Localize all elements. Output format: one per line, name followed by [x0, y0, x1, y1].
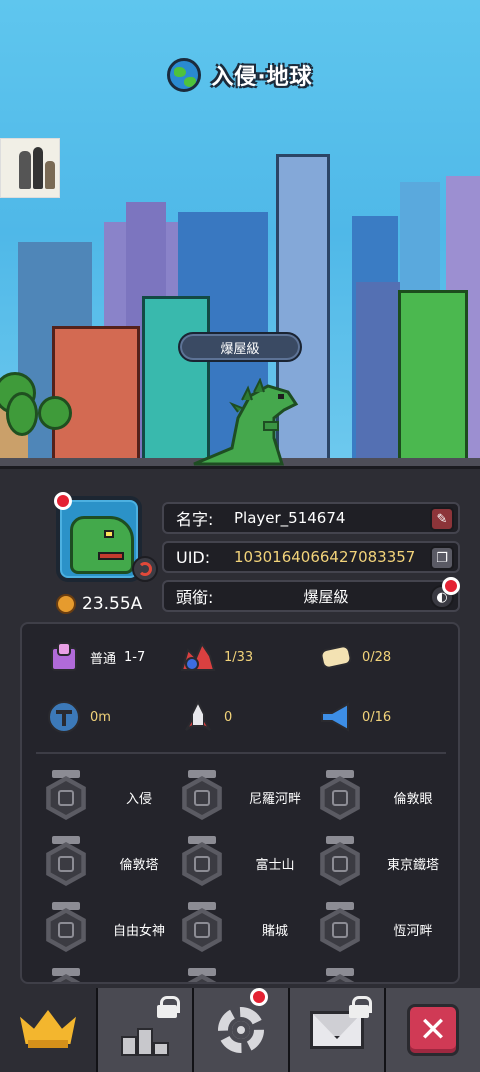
- badge-name: 倫敦塔: [119, 858, 159, 873]
- building: [52, 326, 140, 462]
- rocket-icon: [185, 700, 211, 731]
- globe-icon: [167, 58, 202, 92]
- copy-uid-button[interactable]: ❐: [430, 546, 454, 570]
- tokyo-tower-badge-icon: [320, 842, 360, 886]
- city-scene: 入侵·地球 爆屋級: [0, 0, 480, 466]
- name-label: 名字:: [176, 510, 214, 529]
- name-row: 名字: Player_514674 ✎: [162, 502, 460, 534]
- crown-icon: [20, 1010, 76, 1050]
- badge-item[interactable]: 富士山: [180, 836, 295, 886]
- title-value: 爆屋級: [303, 587, 349, 606]
- badge-item[interactable]: 倫敦眼: [318, 770, 433, 820]
- badge-item[interactable]: 賭城: [180, 902, 288, 952]
- stat-value: 0: [224, 709, 233, 725]
- bottom-nav: ✕: [0, 988, 480, 1072]
- ferris-wheel-badge-icon: [320, 776, 360, 820]
- distance-icon: [48, 701, 80, 733]
- title-notification-dot: [442, 577, 460, 595]
- scroll-icon: [320, 645, 352, 669]
- stat-difficulty: 普通 1-7: [46, 640, 145, 674]
- stat-label: 普通: [90, 651, 117, 667]
- divider: [36, 752, 446, 754]
- power-icon: [56, 594, 76, 614]
- change-avatar-button[interactable]: [132, 556, 158, 582]
- megaphone-icon: [321, 702, 349, 732]
- badge-item[interactable]: 尼羅河畔: [180, 770, 301, 820]
- stat-value: 1-7: [124, 649, 146, 665]
- avatar[interactable]: [56, 496, 142, 582]
- header: 入侵·地球: [0, 58, 480, 92]
- trophy-stand-icon: [51, 642, 77, 671]
- badge-item[interactable]: 恆河畔: [318, 902, 433, 952]
- building: [398, 290, 468, 462]
- badge-name: 倫敦眼: [393, 792, 433, 807]
- badge-item[interactable]: 自由女神: [44, 902, 165, 952]
- rank-chip: 爆屋級: [178, 332, 302, 362]
- photo-thumbnail[interactable]: [0, 138, 60, 198]
- stat-announcements: 0/16: [318, 700, 391, 734]
- refresh-icon: [138, 562, 152, 576]
- lock-icon: [348, 996, 372, 1018]
- uid-label: UID:: [176, 547, 211, 567]
- name-value: Player_514674: [234, 509, 346, 527]
- globe-badge-icon: [46, 776, 86, 820]
- gear-icon: [218, 1007, 264, 1053]
- badge-item[interactable]: 東京鐵塔: [318, 836, 439, 886]
- power-display: 23.55A: [56, 594, 142, 614]
- lock-icon: [156, 996, 180, 1018]
- power-value: 23.55A: [82, 594, 143, 614]
- tree: [6, 392, 38, 436]
- avatar-notification-dot: [54, 492, 72, 510]
- podium-icon: [119, 1022, 171, 1056]
- close-button[interactable]: ✕: [384, 988, 480, 1072]
- tab-profile[interactable]: [0, 988, 96, 1072]
- stat-value: 0m: [90, 709, 111, 725]
- stat-scrolls: 0/28: [318, 640, 391, 674]
- tower-badge-icon: [46, 842, 86, 886]
- uid-row: UID: 1030164066427083357 ❐: [162, 541, 460, 573]
- stat-rockets: 0: [180, 700, 232, 734]
- stat-monsters: 1/33: [180, 640, 253, 674]
- badge-name: 賭城: [261, 924, 288, 939]
- monster-group-icon: [180, 641, 216, 671]
- uid-value: 1030164066427083357: [234, 548, 416, 566]
- stat-value: 0/16: [362, 709, 392, 725]
- tab-leaderboard[interactable]: [96, 988, 192, 1072]
- badge-name: 富士山: [255, 858, 295, 873]
- stat-value: 1/33: [224, 649, 254, 665]
- stat-value: 0/28: [362, 649, 392, 665]
- badge-item[interactable]: [44, 968, 88, 982]
- badge-item[interactable]: [318, 968, 362, 982]
- mountain-badge-icon: [182, 842, 222, 886]
- badge-item[interactable]: 倫敦塔: [44, 836, 159, 886]
- tab-mail[interactable]: [288, 988, 384, 1072]
- badge-name: 恆河畔: [393, 924, 433, 939]
- casino-badge-icon: [182, 908, 222, 952]
- pyramid-badge-icon: [182, 776, 222, 820]
- stats-box: 普通 1-7 1/33 0/28 0m 0 0/16 入侵 尼羅河畔 倫敦眼 倫…: [20, 622, 460, 984]
- badge-name: 東京鐵塔: [386, 858, 439, 873]
- monster-sprite: [193, 378, 299, 466]
- badge-item[interactable]: 入侵: [44, 770, 152, 820]
- badge-name: 尼羅河畔: [248, 792, 301, 807]
- settings-notification-dot: [250, 988, 268, 1006]
- close-icon: ✕: [407, 1004, 459, 1056]
- stat-distance: 0m: [46, 700, 111, 734]
- badge-name: 自由女神: [112, 924, 165, 939]
- tab-settings[interactable]: [192, 988, 288, 1072]
- statue-badge-icon: [46, 908, 86, 952]
- page-title: 入侵·地球: [211, 65, 313, 90]
- badge-item[interactable]: [180, 968, 224, 982]
- title-row: 頭銜: 爆屋級 ◐: [162, 580, 460, 612]
- title-label: 頭銜:: [176, 588, 214, 607]
- edit-name-button[interactable]: ✎: [430, 507, 454, 531]
- badge-name: 入侵: [125, 792, 152, 807]
- tree: [38, 396, 72, 430]
- temple-badge-icon: [320, 908, 360, 952]
